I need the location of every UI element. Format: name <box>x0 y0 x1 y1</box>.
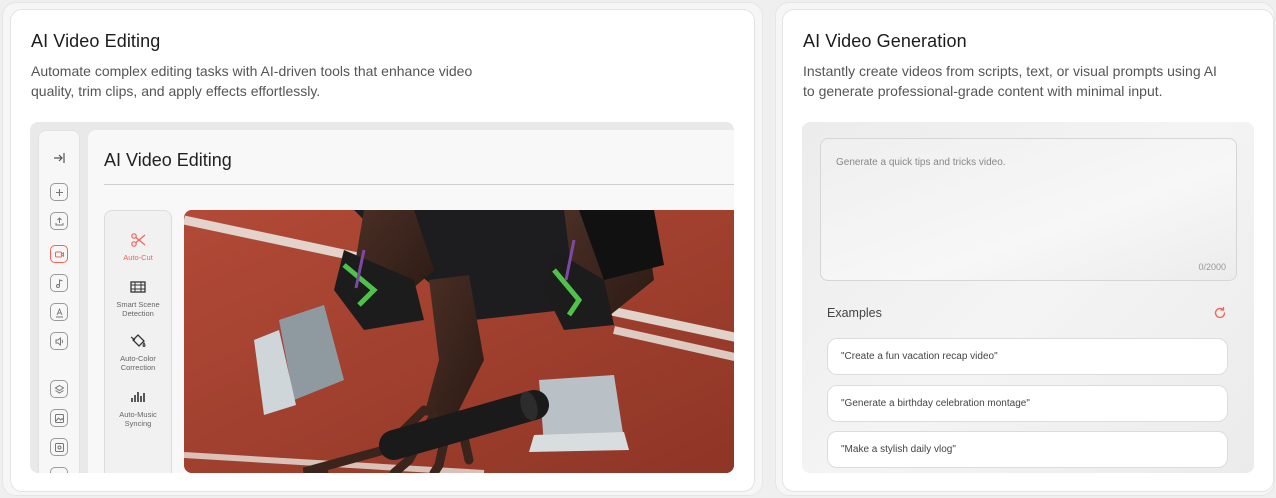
sprinter-start-image <box>184 210 734 473</box>
music-note-icon[interactable] <box>50 274 68 292</box>
icon-rail <box>38 130 80 473</box>
editor-title: AI Video Editing <box>104 150 232 170</box>
tool-label: Detection <box>122 309 154 318</box>
editor-panel: AI Video Editing Auto-Cut Smart Scene De… <box>88 130 734 473</box>
prompt-placeholder: Generate a quick tips and tricks video. <box>836 157 1006 168</box>
tool-label: Correction <box>120 363 156 372</box>
tool-label: Auto-Music <box>119 410 157 419</box>
card-title: AI Video Generation <box>803 31 967 51</box>
paint-bucket-icon <box>130 334 146 348</box>
tool-smart-scene-detection[interactable]: Smart Scene Detection <box>105 278 171 318</box>
film-frame-icon <box>130 281 146 293</box>
refresh-icon[interactable] <box>1213 306 1227 320</box>
tool-label: Auto-Color <box>120 354 156 363</box>
tool-auto-color-correction[interactable]: Auto-Color Correction <box>105 332 171 372</box>
example-prompt-item[interactable]: "Create a fun vacation recap video" <box>827 338 1228 375</box>
card-description-line: quality, trim clips, and apply effects e… <box>31 83 321 99</box>
examples-heading: Examples <box>827 306 882 320</box>
example-prompt-item[interactable]: "Make a stylish daily vlog" <box>827 431 1228 468</box>
equalizer-icon <box>131 392 145 402</box>
layers-icon[interactable] <box>50 380 68 398</box>
video-preview-image[interactable] <box>184 210 734 473</box>
card-description-line: to generate professional-grade content w… <box>803 83 1163 99</box>
tool-label: Smart Scene <box>116 300 160 309</box>
plus-icon[interactable] <box>50 183 68 201</box>
tool-label: Auto-Cut <box>123 253 153 262</box>
editing-mockup: AI Video Editing Auto-Cut Smart Scene De… <box>30 122 734 473</box>
example-prompt-item[interactable]: "Generate a birthday celebration montage… <box>827 385 1228 422</box>
video-icon[interactable] <box>50 245 68 263</box>
text-icon[interactable] <box>50 303 68 321</box>
tool-auto-cut[interactable]: Auto-Cut <box>105 231 171 262</box>
tool-auto-music-syncing[interactable]: Auto-Music Syncing <box>105 388 171 428</box>
card-description: Instantly create videos from scripts, te… <box>803 61 1217 101</box>
prompt-input[interactable]: Generate a quick tips and tricks video. … <box>820 138 1237 281</box>
volume-icon[interactable] <box>50 332 68 350</box>
divider <box>104 184 734 185</box>
card-title: AI Video Editing <box>31 31 161 51</box>
collapse-sidebar-icon[interactable] <box>52 151 66 165</box>
scissors-icon <box>131 233 146 247</box>
card-description-line: Automate complex editing tasks with AI-d… <box>31 63 473 79</box>
card-description: Automate complex editing tasks with AI-d… <box>31 61 472 101</box>
image-icon[interactable] <box>50 409 68 427</box>
more-icon[interactable] <box>50 467 68 473</box>
tool-label: Syncing <box>124 419 152 428</box>
image-icon[interactable] <box>50 438 68 456</box>
tools-panel: Auto-Cut Smart Scene Detection Auto-Colo… <box>104 210 172 473</box>
character-count: 0/2000 <box>1198 262 1226 272</box>
card-description-line: Instantly create videos from scripts, te… <box>803 63 1217 79</box>
generation-mockup: Generate a quick tips and tricks video. … <box>802 122 1254 473</box>
upload-icon[interactable] <box>50 212 68 230</box>
